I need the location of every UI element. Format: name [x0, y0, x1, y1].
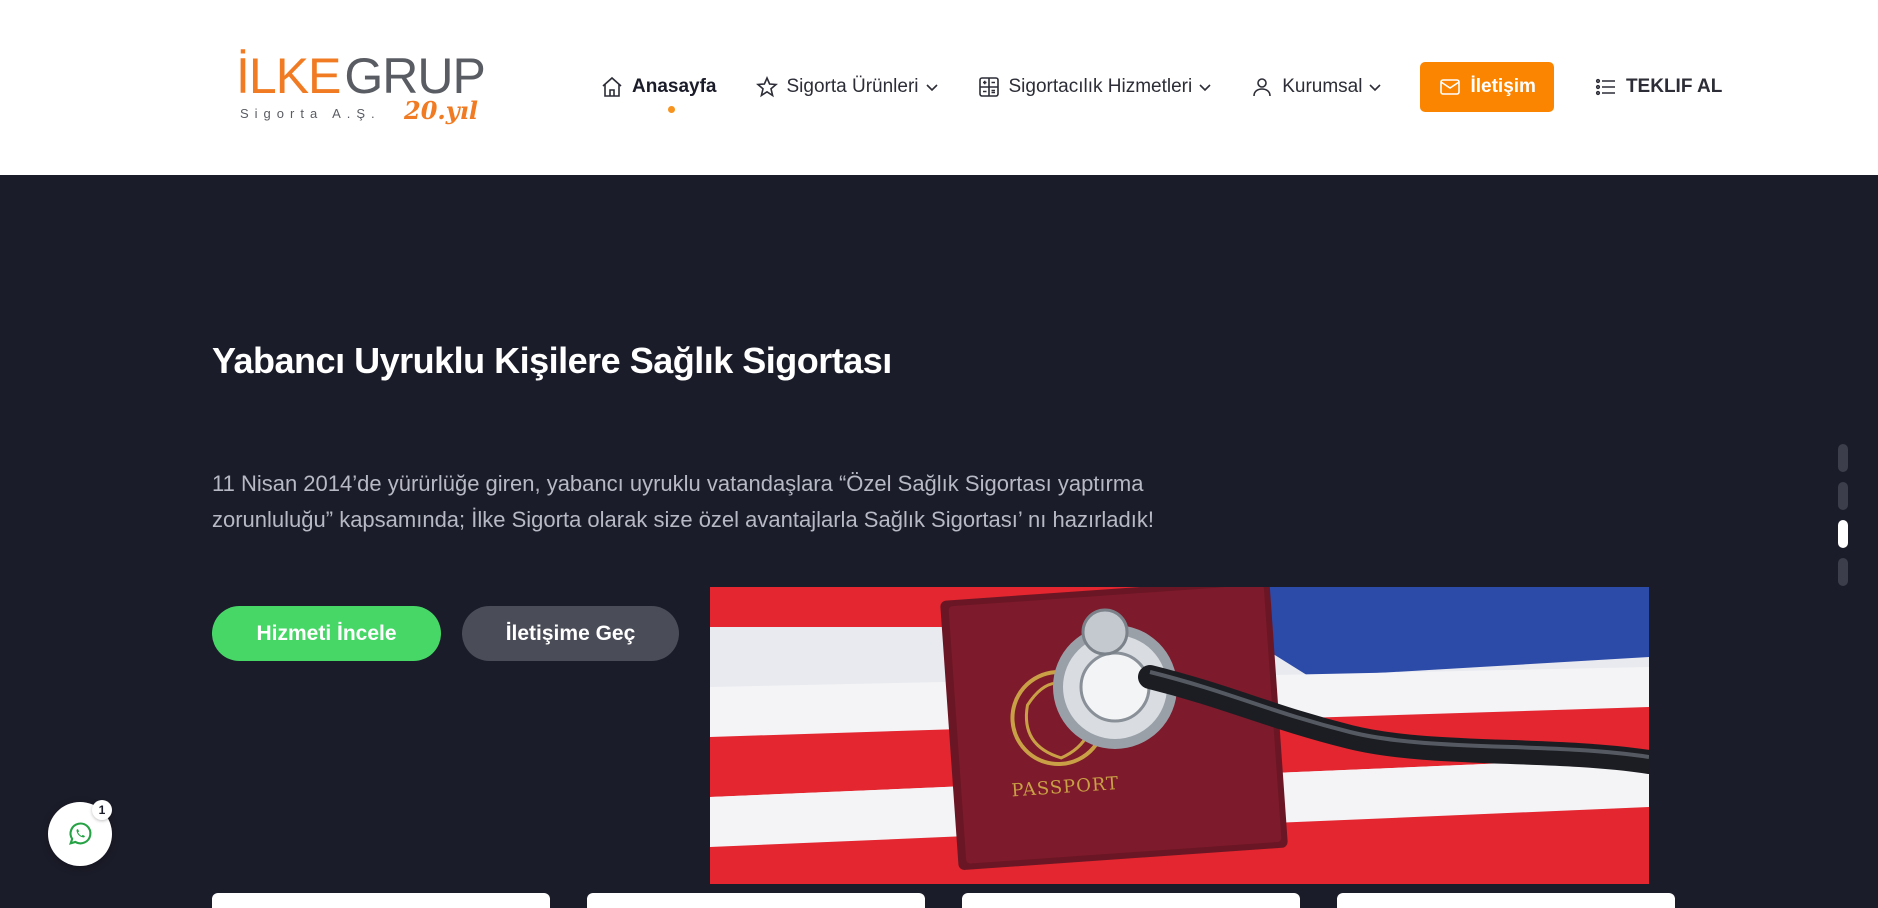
notification-badge: 1 [92, 800, 112, 820]
feature-card-1[interactable] [212, 893, 550, 908]
feature-card-2[interactable] [587, 893, 925, 908]
slider-dot-4[interactable] [1838, 558, 1848, 586]
logo-ilke: İLKE [236, 48, 341, 104]
list-icon [1595, 78, 1615, 96]
logo[interactable]: İLKEGRUP Sigorta A.Ş. 20.yıl [236, 46, 486, 126]
contact-us-button[interactable]: İletişime Geç [462, 606, 679, 661]
slider-dot-3[interactable] [1838, 520, 1848, 548]
nav-item-sigortacilik-hizmetleri[interactable]: Sigortacılık Hizmetleri [977, 62, 1213, 112]
chevron-down-icon [1199, 84, 1211, 92]
logo-subtitle: Sigorta A.Ş. [240, 106, 381, 121]
whatsapp-button[interactable]: 1 [48, 800, 112, 866]
nav-label: Sigortacılık Hizmetleri [1008, 76, 1193, 97]
home-icon [602, 76, 622, 97]
nav-item-anasayfa[interactable]: Anasayfa [600, 62, 717, 113]
slider-pagination [1838, 444, 1850, 596]
mail-icon [1440, 79, 1461, 95]
logo-anniversary: 20.yıl [404, 96, 478, 125]
whatsapp-icon [69, 822, 92, 845]
view-service-button[interactable]: Hizmeti İncele [212, 606, 441, 661]
feature-card-3[interactable] [962, 893, 1300, 908]
site-header: İLKEGRUP Sigorta A.Ş. 20.yıl Anasayfa Si… [0, 0, 1878, 175]
star-icon [755, 75, 778, 98]
hero-image: PASSPORT [710, 587, 1649, 884]
slider-dot-2[interactable] [1838, 482, 1848, 510]
calculator-icon [978, 77, 999, 97]
nav-label: Kurumsal [1282, 76, 1363, 97]
quote-button[interactable]: TEKLIF AL [1594, 75, 1722, 99]
nav-label: Sigorta Ürünleri [786, 76, 919, 97]
main-nav: Anasayfa Sigorta Ürünleri Sigortacılık H… [600, 62, 1722, 113]
contact-button[interactable]: İletişim [1420, 62, 1554, 112]
active-indicator-dot [668, 106, 675, 113]
nav-item-sigorta-urunleri[interactable]: Sigorta Ürünleri [755, 62, 939, 112]
passport-stethoscope-illustration: PASSPORT [710, 587, 1649, 884]
slider-dot-1[interactable] [1838, 444, 1848, 472]
quote-label: TEKLIF AL [1625, 76, 1723, 97]
hero-title: Yabancı Uyruklu Kişilere Sağlık Sigortas… [212, 340, 892, 381]
feature-card-4[interactable] [1337, 893, 1675, 908]
nav-item-kurumsal[interactable]: Kurumsal [1250, 62, 1382, 112]
chevron-down-icon [1369, 84, 1382, 92]
nav-label: Anasayfa [632, 76, 717, 97]
chevron-down-icon [925, 84, 938, 92]
contact-label: İletişim [1470, 76, 1536, 97]
user-icon [1253, 78, 1272, 97]
hero-description: 11 Nisan 2014’de yürürlüğe giren, yabanc… [212, 471, 1155, 532]
